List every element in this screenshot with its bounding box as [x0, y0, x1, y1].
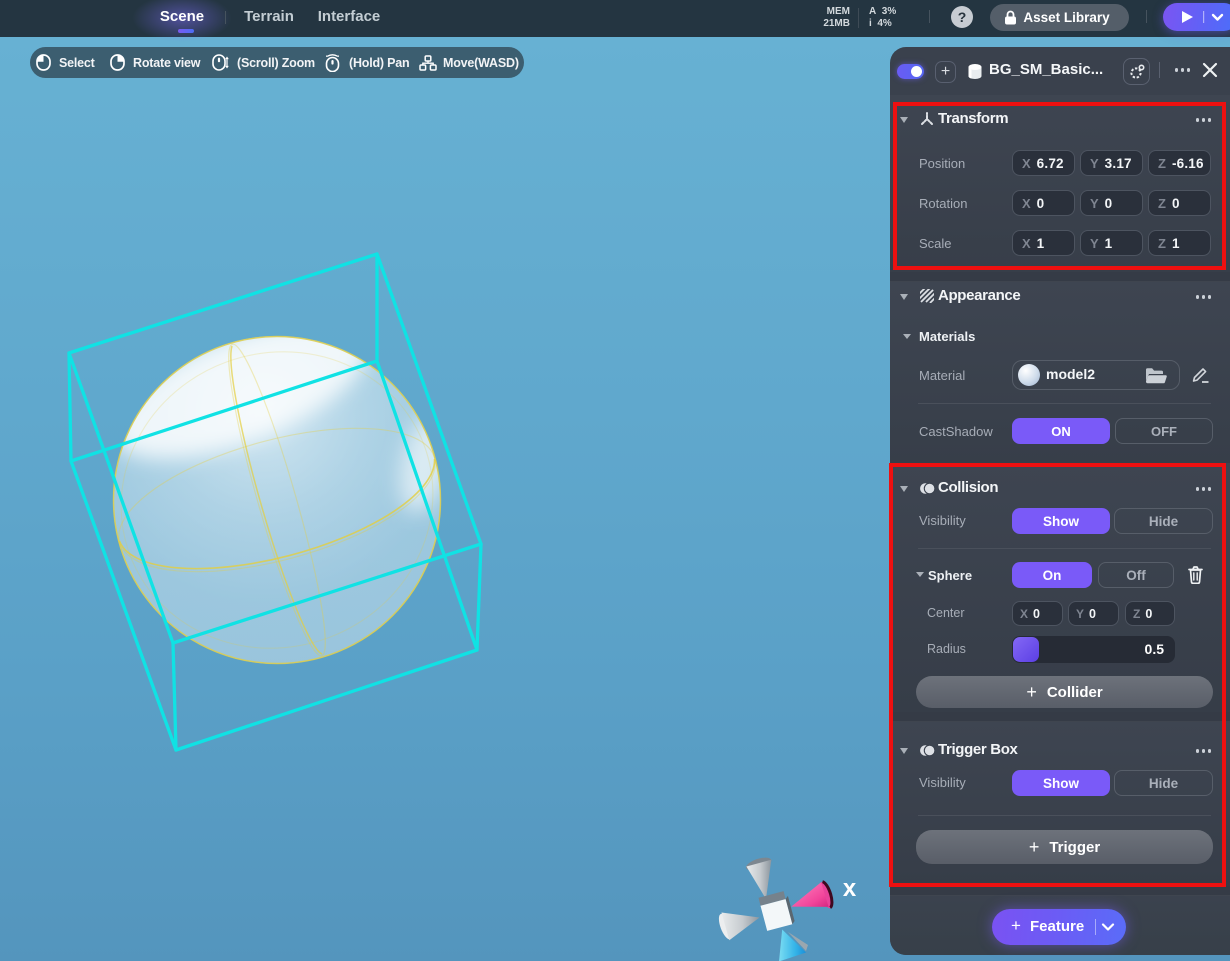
svg-text:x: x	[843, 875, 857, 902]
